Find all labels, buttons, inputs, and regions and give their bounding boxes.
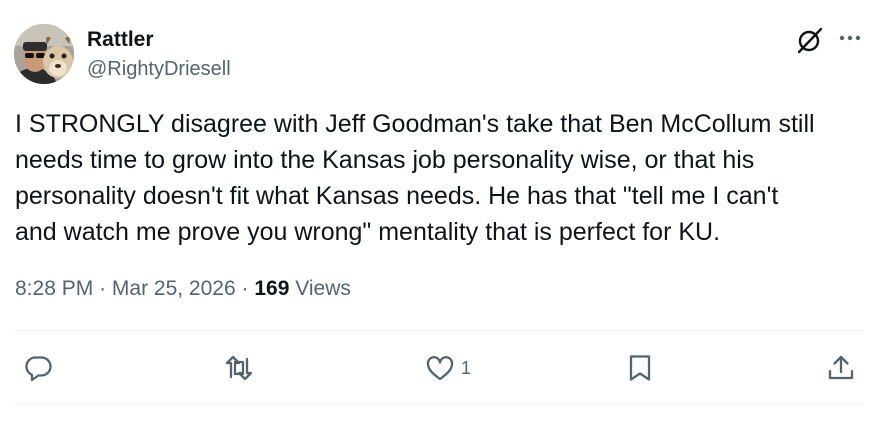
reply-icon [25,356,52,382]
avatar[interactable] [14,24,74,84]
views-label: Views [295,277,351,300]
views-count: 169 [254,277,290,300]
reply-button[interactable] [23,352,53,384]
likes-count: 1 [461,357,472,378]
divider [15,403,864,404]
divider [15,330,864,331]
like-button[interactable]: 1 [425,352,471,384]
avatar-image [14,24,74,84]
more-options-icon[interactable] [836,24,864,52]
tweet-card: Rattler @RightyDriesell I STRONGLY disag… [0,0,888,421]
tweet-text: I STRONGLY disagree with Jeff Goodman's … [15,110,815,246]
display-name[interactable]: Rattler [87,27,154,53]
grok-icon[interactable] [796,26,824,54]
bookmark-icon [629,355,651,381]
retweet-button[interactable] [224,352,254,384]
tweet-date[interactable]: Mar 25, 2026 [112,277,236,300]
share-icon [828,355,854,380]
share-button[interactable] [826,352,856,384]
tweet-meta: 8:28 PM · Mar 25, 2026 · 169 Views [15,275,351,303]
meta-separator: · [241,277,249,300]
bookmark-button[interactable] [625,352,655,384]
user-handle[interactable]: @RightyDriesell [87,56,231,82]
like-icon [426,356,454,381]
meta-separator: · [99,277,107,300]
retweet-icon [225,355,253,381]
tweet-time[interactable]: 8:28 PM [15,277,93,300]
